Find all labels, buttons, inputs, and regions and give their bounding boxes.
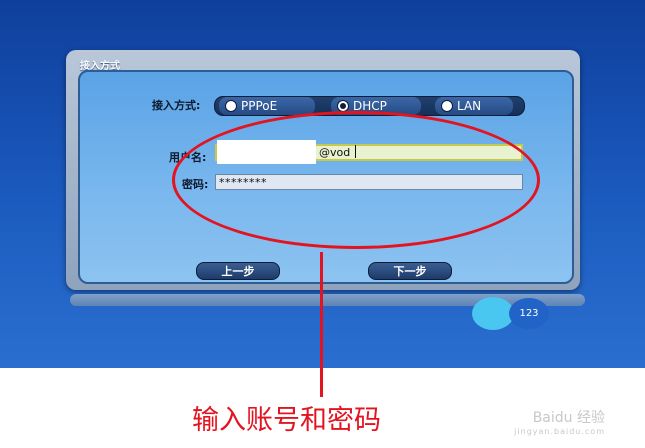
prev-step-button[interactable]: 上一步 [196, 262, 280, 280]
radio-label: LAN [457, 99, 482, 113]
radio-lan[interactable]: LAN [435, 97, 513, 115]
radio-icon [441, 100, 453, 112]
watermark-brand: Baidu 经验 [532, 410, 605, 426]
watermark-url: jingyan.baidu.com [514, 427, 605, 436]
radio-label: PPPoE [241, 99, 278, 113]
connection-type-label: 接入方式: [152, 99, 201, 112]
annotation-pointer-line [320, 252, 323, 397]
watermark: Baidu 经验 jingyan.baidu.com [514, 407, 605, 436]
radio-icon [225, 100, 237, 112]
input-status-indicator [472, 297, 514, 330]
annotation-ellipse [172, 111, 540, 249]
input-mode-indicator: 123 [509, 298, 549, 329]
radio-pppoe[interactable]: PPPoE [219, 97, 315, 115]
annotation-caption: 输入账号和密码 [192, 405, 381, 436]
next-step-button[interactable]: 下一步 [368, 262, 452, 280]
